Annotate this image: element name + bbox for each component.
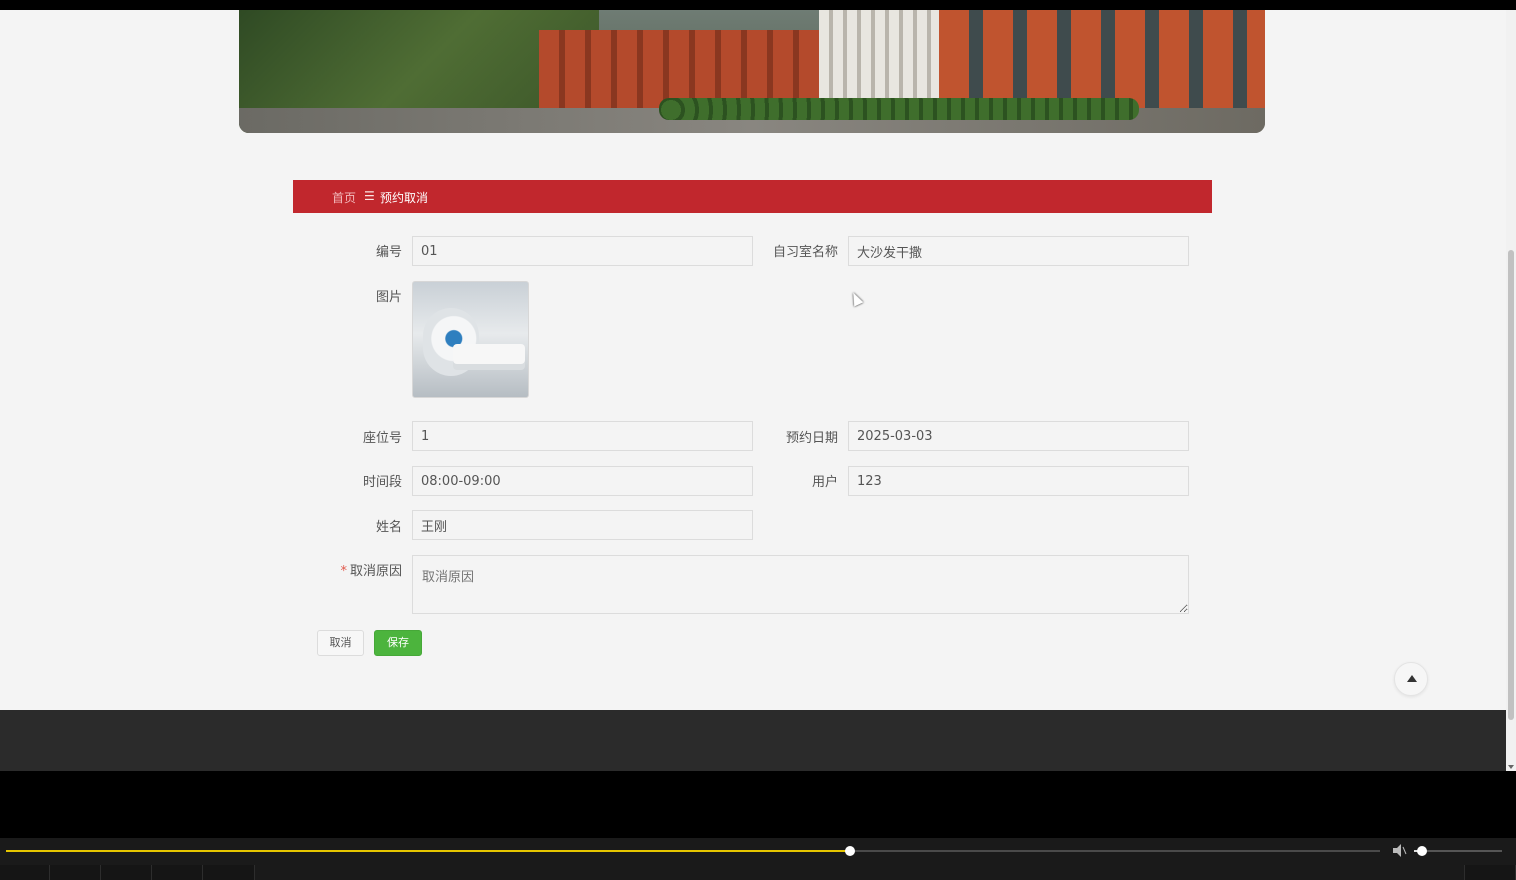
arrow-up-icon bbox=[1407, 675, 1417, 682]
back-to-top-button[interactable] bbox=[1394, 662, 1428, 696]
player-button[interactable] bbox=[0, 865, 50, 880]
player-button[interactable] bbox=[101, 865, 152, 880]
room-name-field[interactable] bbox=[848, 236, 1189, 266]
seat-number-label: 座位号 bbox=[362, 431, 402, 446]
save-button[interactable]: 保存 bbox=[374, 630, 422, 656]
booking-date-field[interactable] bbox=[848, 421, 1189, 451]
vertical-scrollbar[interactable] bbox=[1506, 10, 1516, 771]
user-label: 用户 bbox=[811, 475, 838, 490]
player-button[interactable] bbox=[203, 865, 255, 880]
page-viewport: 首页 ☰ 预约取消 编号 自习室名称 图片 座位号 预约日期 时间段 用户 姓名… bbox=[0, 10, 1506, 771]
seek-handle[interactable] bbox=[844, 846, 855, 856]
breadcrumb: 首页 ☰ 预约取消 bbox=[293, 180, 1212, 213]
volume-icon[interactable] bbox=[1393, 844, 1407, 857]
breadcrumb-separator-icon: ☰ bbox=[364, 189, 375, 203]
volume-handle[interactable] bbox=[1416, 846, 1427, 856]
equipment-picture[interactable] bbox=[412, 281, 529, 398]
player-button[interactable] bbox=[152, 865, 203, 880]
cancel-reason-label-text: 取消原因 bbox=[349, 564, 402, 579]
campus-banner-image bbox=[239, 10, 1265, 133]
required-mark: * bbox=[340, 564, 347, 579]
picture-label: 图片 bbox=[375, 290, 402, 305]
name-field[interactable] bbox=[412, 510, 753, 540]
room-name-label: 自习室名称 bbox=[772, 245, 838, 260]
scrollbar-thumb[interactable] bbox=[1508, 250, 1514, 720]
name-label: 姓名 bbox=[375, 520, 402, 535]
seek-bar[interactable] bbox=[6, 846, 1380, 856]
cancel-button[interactable]: 取消 bbox=[317, 630, 364, 656]
id-field[interactable] bbox=[412, 236, 753, 266]
booking-date-label: 预约日期 bbox=[785, 431, 838, 446]
seek-progress bbox=[6, 850, 850, 852]
video-player-controls bbox=[0, 838, 1516, 880]
seat-number-field[interactable] bbox=[412, 421, 753, 451]
page-footer bbox=[0, 710, 1506, 771]
user-field[interactable] bbox=[848, 466, 1189, 496]
player-button[interactable] bbox=[1464, 865, 1516, 880]
volume-slider[interactable] bbox=[1414, 846, 1502, 856]
player-button-row bbox=[0, 865, 1516, 880]
mouse-cursor-icon bbox=[848, 290, 864, 307]
time-slot-field[interactable] bbox=[412, 466, 753, 496]
time-slot-label: 时间段 bbox=[362, 475, 402, 490]
cancel-reason-textarea[interactable] bbox=[412, 555, 1189, 614]
id-label: 编号 bbox=[375, 245, 402, 260]
player-button[interactable] bbox=[50, 865, 101, 880]
scroll-down-arrow-icon[interactable] bbox=[1508, 765, 1514, 769]
breadcrumb-current: 预约取消 bbox=[380, 191, 429, 205]
cancel-reason-label: * 取消原因 bbox=[292, 560, 402, 579]
breadcrumb-home-link[interactable]: 首页 bbox=[332, 189, 356, 206]
